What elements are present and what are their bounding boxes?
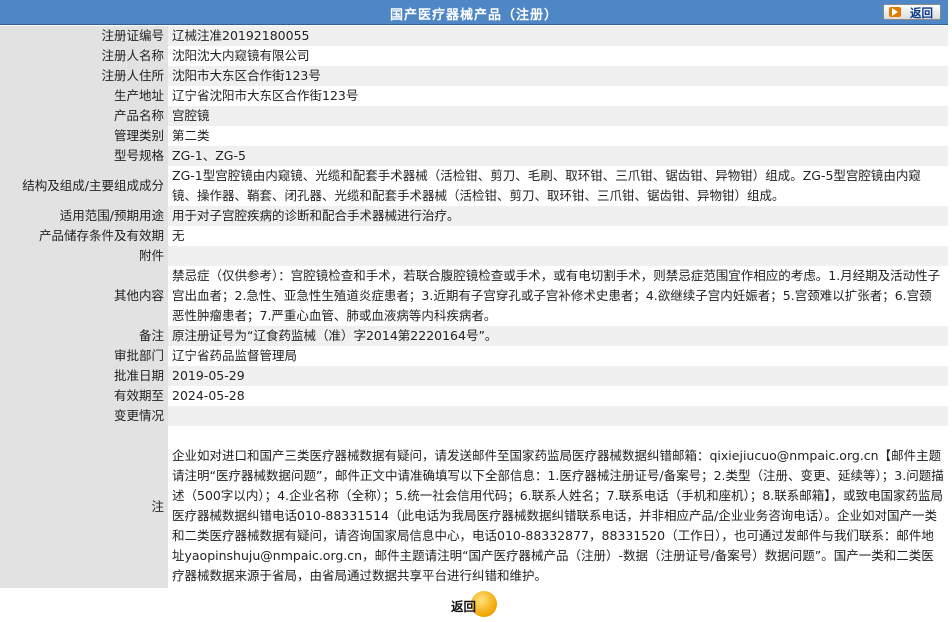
table-row: 注 企业如对进口和国产三类医疗器械数据有疑问，请发送邮件至国家药监局医疗器械数据… [0, 426, 948, 588]
table-row: 有效期至 2024-05-28 [0, 386, 948, 406]
field-value: 宫腔镜 [168, 106, 948, 126]
back-button-bottom[interactable]: 返回 [449, 591, 499, 617]
field-value: 企业如对进口和国产三类医疗器械数据有疑问，请发送邮件至国家药监局医疗器械数据纠错… [168, 426, 948, 588]
detail-table: 注册证编号 辽械注准20192180055 注册人名称 沈阳沈大内窥镜有限公司 … [0, 26, 948, 588]
field-label: 结构及组成/主要组成成分 [0, 166, 168, 206]
field-value [168, 246, 948, 266]
field-label: 型号规格 [0, 146, 168, 166]
field-label: 管理类别 [0, 126, 168, 146]
field-label: 其他内容 [0, 266, 168, 326]
field-value: 第二类 [168, 126, 948, 146]
table-row: 其他内容 禁忌症（仅供参考）：宫腔镜检查和手术，若联合腹腔镜检查或手术，或有电切… [0, 266, 948, 326]
table-row: 批准日期 2019-05-29 [0, 366, 948, 386]
field-value: 禁忌症（仅供参考）：宫腔镜检查和手术，若联合腹腔镜检查或手术，或有电切割手术，则… [168, 266, 948, 326]
field-value: 沈阳沈大内窥镜有限公司 [168, 46, 948, 66]
field-value [168, 406, 948, 426]
field-value: 2024-05-28 [168, 386, 948, 406]
field-label: 附件 [0, 246, 168, 266]
field-value: ZG-1、ZG-5 [168, 146, 948, 166]
field-label: 备注 [0, 326, 168, 346]
field-label: 注册证编号 [0, 26, 168, 46]
table-row: 适用范围/预期用途 用于对子宫腔疾病的诊断和配合手术器械进行治疗。 [0, 206, 948, 226]
field-label: 变更情况 [0, 406, 168, 426]
field-value: 无 [168, 226, 948, 246]
table-row: 注册证编号 辽械注准20192180055 [0, 26, 948, 46]
field-label: 审批部门 [0, 346, 168, 366]
table-row: 注册人名称 沈阳沈大内窥镜有限公司 [0, 46, 948, 66]
title-bar: 国产医疗器械产品（注册） 返回 [0, 0, 948, 25]
back-button-top[interactable]: 返回 [883, 4, 941, 20]
back-button-label: 返回 [451, 599, 477, 614]
field-value: 原注册证号为“辽食药监械（准）字2014第2220164号”。 [168, 326, 948, 346]
field-value: ZG-1型宫腔镜由内窥镜、光缆和配套手术器械（活检钳、剪刀、毛刷、取环钳、三爪钳… [168, 166, 948, 206]
field-label: 生产地址 [0, 86, 168, 106]
field-label: 注册人名称 [0, 46, 168, 66]
table-row: 型号规格 ZG-1、ZG-5 [0, 146, 948, 166]
field-label: 注册人住所 [0, 66, 168, 86]
field-label: 产品储存条件及有效期 [0, 226, 168, 246]
back-button-label: 返回 [910, 6, 933, 20]
field-label: 适用范围/预期用途 [0, 206, 168, 226]
page-title: 国产医疗器械产品（注册） [389, 8, 558, 23]
table-row: 注册人住所 沈阳市大东区合作街123号 [0, 66, 948, 86]
field-value: 辽宁省沈阳市大东区合作街123号 [168, 86, 948, 106]
field-value: 沈阳市大东区合作街123号 [168, 66, 948, 86]
back-arrow-icon [889, 7, 901, 17]
table-row: 附件 [0, 246, 948, 266]
field-label: 有效期至 [0, 386, 168, 406]
table-row: 生产地址 辽宁省沈阳市大东区合作街123号 [0, 86, 948, 106]
field-value: 2019-05-29 [168, 366, 948, 386]
table-row: 变更情况 [0, 406, 948, 426]
table-row: 备注 原注册证号为“辽食药监械（准）字2014第2220164号”。 [0, 326, 948, 346]
table-row: 产品储存条件及有效期 无 [0, 226, 948, 246]
field-value: 辽械注准20192180055 [168, 26, 948, 46]
field-value: 辽宁省药品监督管理局 [168, 346, 948, 366]
field-label: 注 [0, 426, 168, 588]
table-row: 产品名称 宫腔镜 [0, 106, 948, 126]
table-row: 结构及组成/主要组成成分 ZG-1型宫腔镜由内窥镜、光缆和配套手术器械（活检钳、… [0, 166, 948, 206]
field-label: 批准日期 [0, 366, 168, 386]
field-value: 用于对子宫腔疾病的诊断和配合手术器械进行治疗。 [168, 206, 948, 226]
field-label: 产品名称 [0, 106, 168, 126]
table-row: 审批部门 辽宁省药品监督管理局 [0, 346, 948, 366]
table-row: 管理类别 第二类 [0, 126, 948, 146]
